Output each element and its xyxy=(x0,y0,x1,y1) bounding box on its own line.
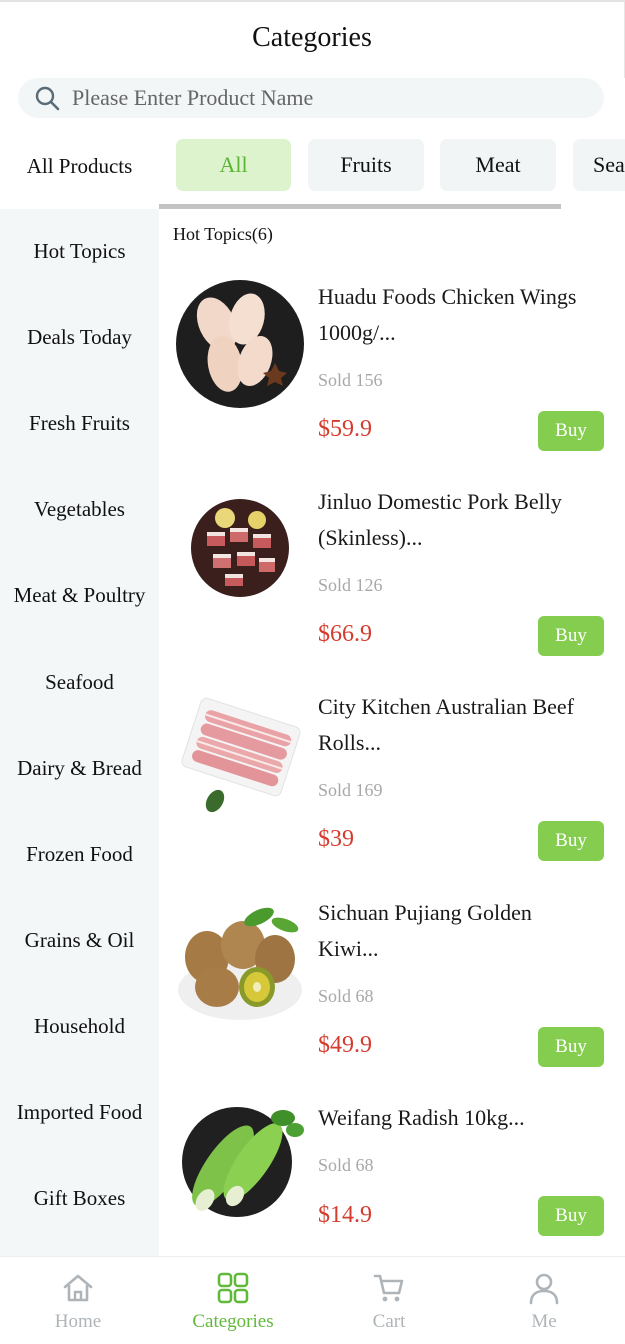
product-price: $39 xyxy=(318,826,354,852)
tab-label: Cart xyxy=(372,1311,406,1332)
chip-fruits[interactable]: Fruits xyxy=(308,139,424,191)
buy-button[interactable]: Buy xyxy=(538,616,604,656)
tab-label: Home xyxy=(54,1311,102,1332)
chip-seafood[interactable]: Sea xyxy=(573,139,625,191)
kiwi-image xyxy=(175,895,305,1025)
sidebar-item-frozen-food[interactable]: Frozen Food xyxy=(0,834,159,874)
product-card[interactable]: City Kitchen Australian Beef Rolls... So… xyxy=(159,689,625,889)
product-name: Huadu Foods Chicken Wings 1000g/... xyxy=(318,279,608,351)
sidebar-item-fresh-fruits[interactable]: Fresh Fruits xyxy=(0,403,159,443)
product-card[interactable]: Sichuan Pujiang Golden Kiwi... Sold 68 $… xyxy=(159,895,625,1095)
product-name: Jinluo Domestic Pork Belly (Skinless)... xyxy=(318,484,608,556)
sidebar-item-vegetables[interactable]: Vegetables xyxy=(0,489,159,529)
product-name-line2: Rolls... xyxy=(318,730,381,755)
product-name: Sichuan Pujiang Golden Kiwi... xyxy=(318,895,608,967)
user-icon xyxy=(529,1273,559,1305)
tab-home[interactable]: Home xyxy=(0,1257,156,1344)
tab-categories[interactable]: Categories xyxy=(155,1257,311,1344)
home-icon xyxy=(63,1274,93,1302)
pork-belly-image xyxy=(175,484,305,614)
product-price: $49.9 xyxy=(318,1032,372,1058)
category-sidebar: Hot Topics Deals Today Fresh Fruits Vege… xyxy=(0,209,159,1256)
categories-icon xyxy=(217,1272,249,1304)
tab-label: Categories xyxy=(192,1311,274,1332)
sold-count: Sold 169 xyxy=(318,780,383,800)
cart-icon xyxy=(373,1274,404,1302)
product-name: City Kitchen Australian Beef Rolls... xyxy=(318,689,608,761)
section-title: Hot Topics(6) xyxy=(173,224,273,244)
search-input[interactable] xyxy=(72,78,592,118)
category-bar: All Products All Fruits Meat Sea xyxy=(0,138,625,194)
product-price: $66.9 xyxy=(318,621,372,647)
radish-image xyxy=(175,1100,305,1230)
product-name-line2: Kiwi... xyxy=(318,936,379,961)
product-card[interactable]: Jinluo Domestic Pork Belly (Skinless)...… xyxy=(159,484,625,684)
product-name-line2: (Skinless)... xyxy=(318,525,423,550)
sold-count: Sold 156 xyxy=(318,370,383,390)
sidebar-item-meat-poultry[interactable]: Meat & Poultry xyxy=(0,575,159,615)
sidebar-item-dairy-bread[interactable]: Dairy & Bread xyxy=(0,748,159,788)
product-card[interactable]: Huadu Foods Chicken Wings 1000g/... Sold… xyxy=(159,279,625,479)
product-name-line1: Huadu Foods Chicken Wings xyxy=(318,284,577,309)
all-products-label[interactable]: All Products xyxy=(0,138,159,194)
bottom-tab-bar: Home Categories Cart Me xyxy=(0,1256,625,1344)
sidebar-item-hot-topics[interactable]: Hot Topics xyxy=(0,231,159,271)
sidebar-item-gift-boxes[interactable]: Gift Boxes xyxy=(0,1178,159,1218)
chip-scroll-indicator xyxy=(159,204,561,209)
product-price: $59.9 xyxy=(318,416,372,442)
product-name-line2: 1000g/... xyxy=(318,320,396,345)
tab-me[interactable]: Me xyxy=(466,1257,622,1344)
search-bar[interactable] xyxy=(18,78,604,118)
tab-label: Me xyxy=(531,1311,557,1332)
header: Categories xyxy=(0,0,625,78)
buy-button[interactable]: Buy xyxy=(538,1027,604,1067)
chip-all[interactable]: All xyxy=(176,139,291,191)
chip-meat[interactable]: Meat xyxy=(440,139,556,191)
buy-button[interactable]: Buy xyxy=(538,411,604,451)
search-icon xyxy=(35,86,60,111)
buy-button[interactable]: Buy xyxy=(538,821,604,861)
sold-count: Sold 126 xyxy=(318,575,383,595)
buy-button[interactable]: Buy xyxy=(538,1196,604,1236)
product-name-line1: Sichuan Pujiang Golden xyxy=(318,900,532,925)
chicken-wings-image xyxy=(176,280,304,408)
sold-count: Sold 68 xyxy=(318,1155,374,1175)
sidebar-item-household[interactable]: Household xyxy=(0,1006,159,1046)
page-title: Categories xyxy=(252,22,372,53)
tab-cart[interactable]: Cart xyxy=(311,1257,467,1344)
product-name-line1: Weifang Radish 10kg... xyxy=(318,1105,525,1130)
sidebar-item-grains-oil[interactable]: Grains & Oil xyxy=(0,920,159,960)
sidebar-item-imported-food[interactable]: Imported Food xyxy=(0,1092,159,1132)
product-name: Weifang Radish 10kg... xyxy=(318,1100,608,1136)
sidebar-item-seafood[interactable]: Seafood xyxy=(0,662,159,702)
sold-count: Sold 68 xyxy=(318,986,374,1006)
product-name-line1: City Kitchen Australian Beef xyxy=(318,694,574,719)
beef-rolls-image xyxy=(175,689,305,819)
sidebar-item-deals-today[interactable]: Deals Today xyxy=(0,317,159,357)
product-price: $14.9 xyxy=(318,1202,372,1228)
product-name-line1: Jinluo Domestic Pork Belly xyxy=(318,489,562,514)
